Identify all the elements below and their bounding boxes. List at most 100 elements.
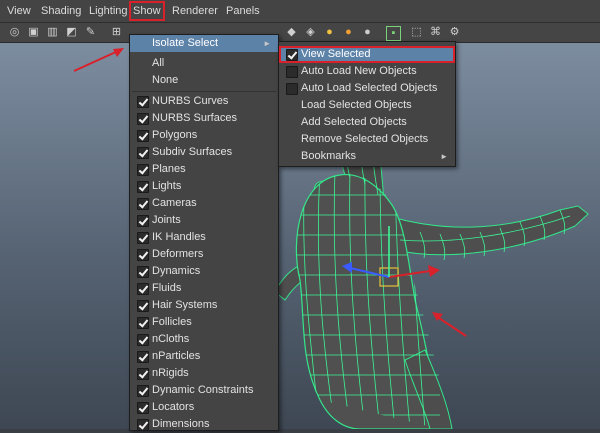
show-menu-item[interactable]: Lights: [130, 178, 278, 195]
isolate-submenu-item-label: Bookmarks: [301, 150, 357, 162]
shading-icon[interactable]: ◆: [285, 26, 298, 39]
checkbox-icon[interactable]: [137, 419, 149, 431]
isolate-submenu-item[interactable]: View Selected: [279, 46, 455, 63]
checkbox-icon[interactable]: [137, 266, 149, 278]
show-menu-item[interactable]: Follicles: [130, 314, 278, 331]
show-menu-item[interactable]: Subdiv Surfaces: [130, 144, 278, 161]
checkbox-icon[interactable]: [137, 351, 149, 363]
isolate-submenu-item-label: Add Selected Objects: [301, 116, 407, 128]
checkbox-icon[interactable]: [137, 147, 149, 159]
checkbox-icon[interactable]: [137, 283, 149, 295]
2d-pan-zoom-icon[interactable]: ✎: [84, 26, 97, 39]
isolate-submenu-item[interactable]: Add Selected Objects: [279, 114, 455, 131]
resolution-gate-icon[interactable]: ⚙: [448, 26, 461, 39]
wireframe-icon[interactable]: ◈: [304, 26, 317, 39]
image-plane-icon[interactable]: ◩: [65, 26, 78, 39]
shadow-icon[interactable]: ●: [342, 26, 355, 39]
isolate-submenu-item[interactable]: Remove Selected Objects: [279, 131, 455, 148]
checkbox-icon[interactable]: [137, 317, 149, 329]
isolate-submenu-item[interactable]: Load Selected Objects: [279, 97, 455, 114]
checkbox-icon[interactable]: [137, 249, 149, 261]
show-menu-item[interactable]: NURBS Curves: [130, 93, 278, 110]
isolate-submenu-item[interactable]: Bookmarks ►: [279, 148, 455, 165]
show-menu-item[interactable]: IK Handles: [130, 229, 278, 246]
show-menu-item[interactable]: Dimensions: [130, 416, 278, 433]
show-menu-item-label: nCloths: [152, 333, 190, 345]
show-menu-item-label: Follicles: [152, 316, 192, 328]
checkbox-icon[interactable]: [137, 181, 149, 193]
show-menu-item[interactable]: Joints: [130, 212, 278, 229]
camera-icon[interactable]: ◎: [8, 26, 21, 39]
show-menu-item[interactable]: Cameras: [130, 195, 278, 212]
grid-icon[interactable]: ⊞: [110, 26, 123, 39]
show-menu-item[interactable]: Planes: [130, 161, 278, 178]
isolate-submenu-item[interactable]: Auto Load New Objects: [279, 63, 455, 80]
isolate-submenu-item-label: View Selected: [301, 48, 371, 60]
show-menu-item-label: Hair Systems: [152, 299, 218, 311]
show-menu-item-label: nRigids: [152, 367, 189, 379]
checkbox-icon[interactable]: [137, 300, 149, 312]
show-menu-item[interactable]: nRigids: [130, 365, 278, 382]
show-menu: Isolate Select ► All None NURBS Curves NU…: [129, 34, 279, 431]
texture-icon[interactable]: ●: [361, 26, 374, 39]
show-all-item[interactable]: All: [130, 55, 278, 72]
checkbox-icon[interactable]: [286, 83, 298, 95]
isolate-select-submenu: View Selected Auto Load New Objects Auto L…: [278, 41, 456, 167]
camera-attrs-icon[interactable]: ▣: [27, 26, 40, 39]
show-menu-item-label: NURBS Curves: [152, 95, 229, 107]
xray-icon[interactable]: ⬚: [410, 26, 423, 39]
checkbox-icon[interactable]: [286, 49, 298, 61]
menu-shading[interactable]: Shading: [39, 3, 83, 19]
show-menu-item-label: nParticles: [152, 350, 201, 362]
bookmark-icon[interactable]: ▥: [46, 26, 59, 39]
menu-panels[interactable]: Panels: [224, 3, 262, 19]
show-menu-item[interactable]: Polygons: [130, 127, 278, 144]
show-menu-item[interactable]: Dynamic Constraints: [130, 382, 278, 399]
checkbox-icon[interactable]: [137, 402, 149, 414]
checkbox-icon[interactable]: [137, 215, 149, 227]
menu-renderer[interactable]: Renderer: [170, 3, 220, 19]
show-menu-item[interactable]: NURBS Surfaces: [130, 110, 278, 127]
show-menu-item-label: NURBS Surfaces: [152, 112, 237, 124]
isolate-submenu-item[interactable]: Auto Load Selected Objects: [279, 80, 455, 97]
submenu-arrow-icon: ►: [263, 39, 271, 48]
show-menu-item[interactable]: Deformers: [130, 246, 278, 263]
menu-show[interactable]: Show: [129, 1, 165, 21]
show-menu-item[interactable]: Fluids: [130, 280, 278, 297]
checkbox-icon[interactable]: [286, 66, 298, 78]
checkbox-icon[interactable]: [137, 385, 149, 397]
show-menu-item[interactable]: Locators: [130, 399, 278, 416]
checkbox-icon[interactable]: [137, 232, 149, 244]
show-menu-item-label: Dynamics: [152, 265, 201, 277]
isolate-icon[interactable]: ▪: [386, 26, 401, 41]
isolate-submenu-item-label: Auto Load Selected Objects: [301, 82, 438, 94]
isolate-submenu-item-label: Load Selected Objects: [301, 99, 412, 111]
xray-joints-icon[interactable]: ⌘: [429, 26, 442, 39]
checkbox-icon[interactable]: [137, 198, 149, 210]
checkbox-icon[interactable]: [137, 334, 149, 346]
menu-view[interactable]: View: [5, 3, 33, 19]
show-menu-item[interactable]: Dynamics: [130, 263, 278, 280]
panel-toolbar: ◎ ▣ ▥ ◩ ✎ ⊞ ◆ ◈ ● ● ● ▪ ⬚ ⌘ ⚙: [0, 23, 600, 43]
show-menu-item[interactable]: nCloths: [130, 331, 278, 348]
show-menu-item-label: Locators: [152, 401, 195, 413]
checkbox-icon[interactable]: [137, 368, 149, 380]
show-menu-item[interactable]: Hair Systems: [130, 297, 278, 314]
show-none-item[interactable]: None: [130, 72, 278, 89]
checkbox-icon[interactable]: [137, 113, 149, 125]
menu-separator: [132, 91, 276, 92]
show-menu-item-label: Subdiv Surfaces: [152, 146, 233, 158]
checkbox-icon[interactable]: [137, 130, 149, 142]
show-menu-item-label: Deformers: [152, 248, 204, 260]
checkbox-icon[interactable]: [137, 96, 149, 108]
checkbox-icon[interactable]: [137, 164, 149, 176]
show-menu-item-label: IK Handles: [152, 231, 206, 243]
show-menu-item-label: Dimensions: [152, 418, 210, 430]
show-menu-item[interactable]: nParticles: [130, 348, 278, 365]
show-menu-item-label: Lights: [152, 180, 182, 192]
menu-lighting[interactable]: Lighting: [87, 3, 130, 19]
panel-menubar: View Shading Lighting Show Renderer Pane…: [0, 0, 600, 23]
lights-icon[interactable]: ●: [323, 26, 336, 39]
isolate-select-item[interactable]: Isolate Select ►: [130, 35, 278, 52]
isolate-submenu-item-label: Auto Load New Objects: [301, 65, 417, 77]
